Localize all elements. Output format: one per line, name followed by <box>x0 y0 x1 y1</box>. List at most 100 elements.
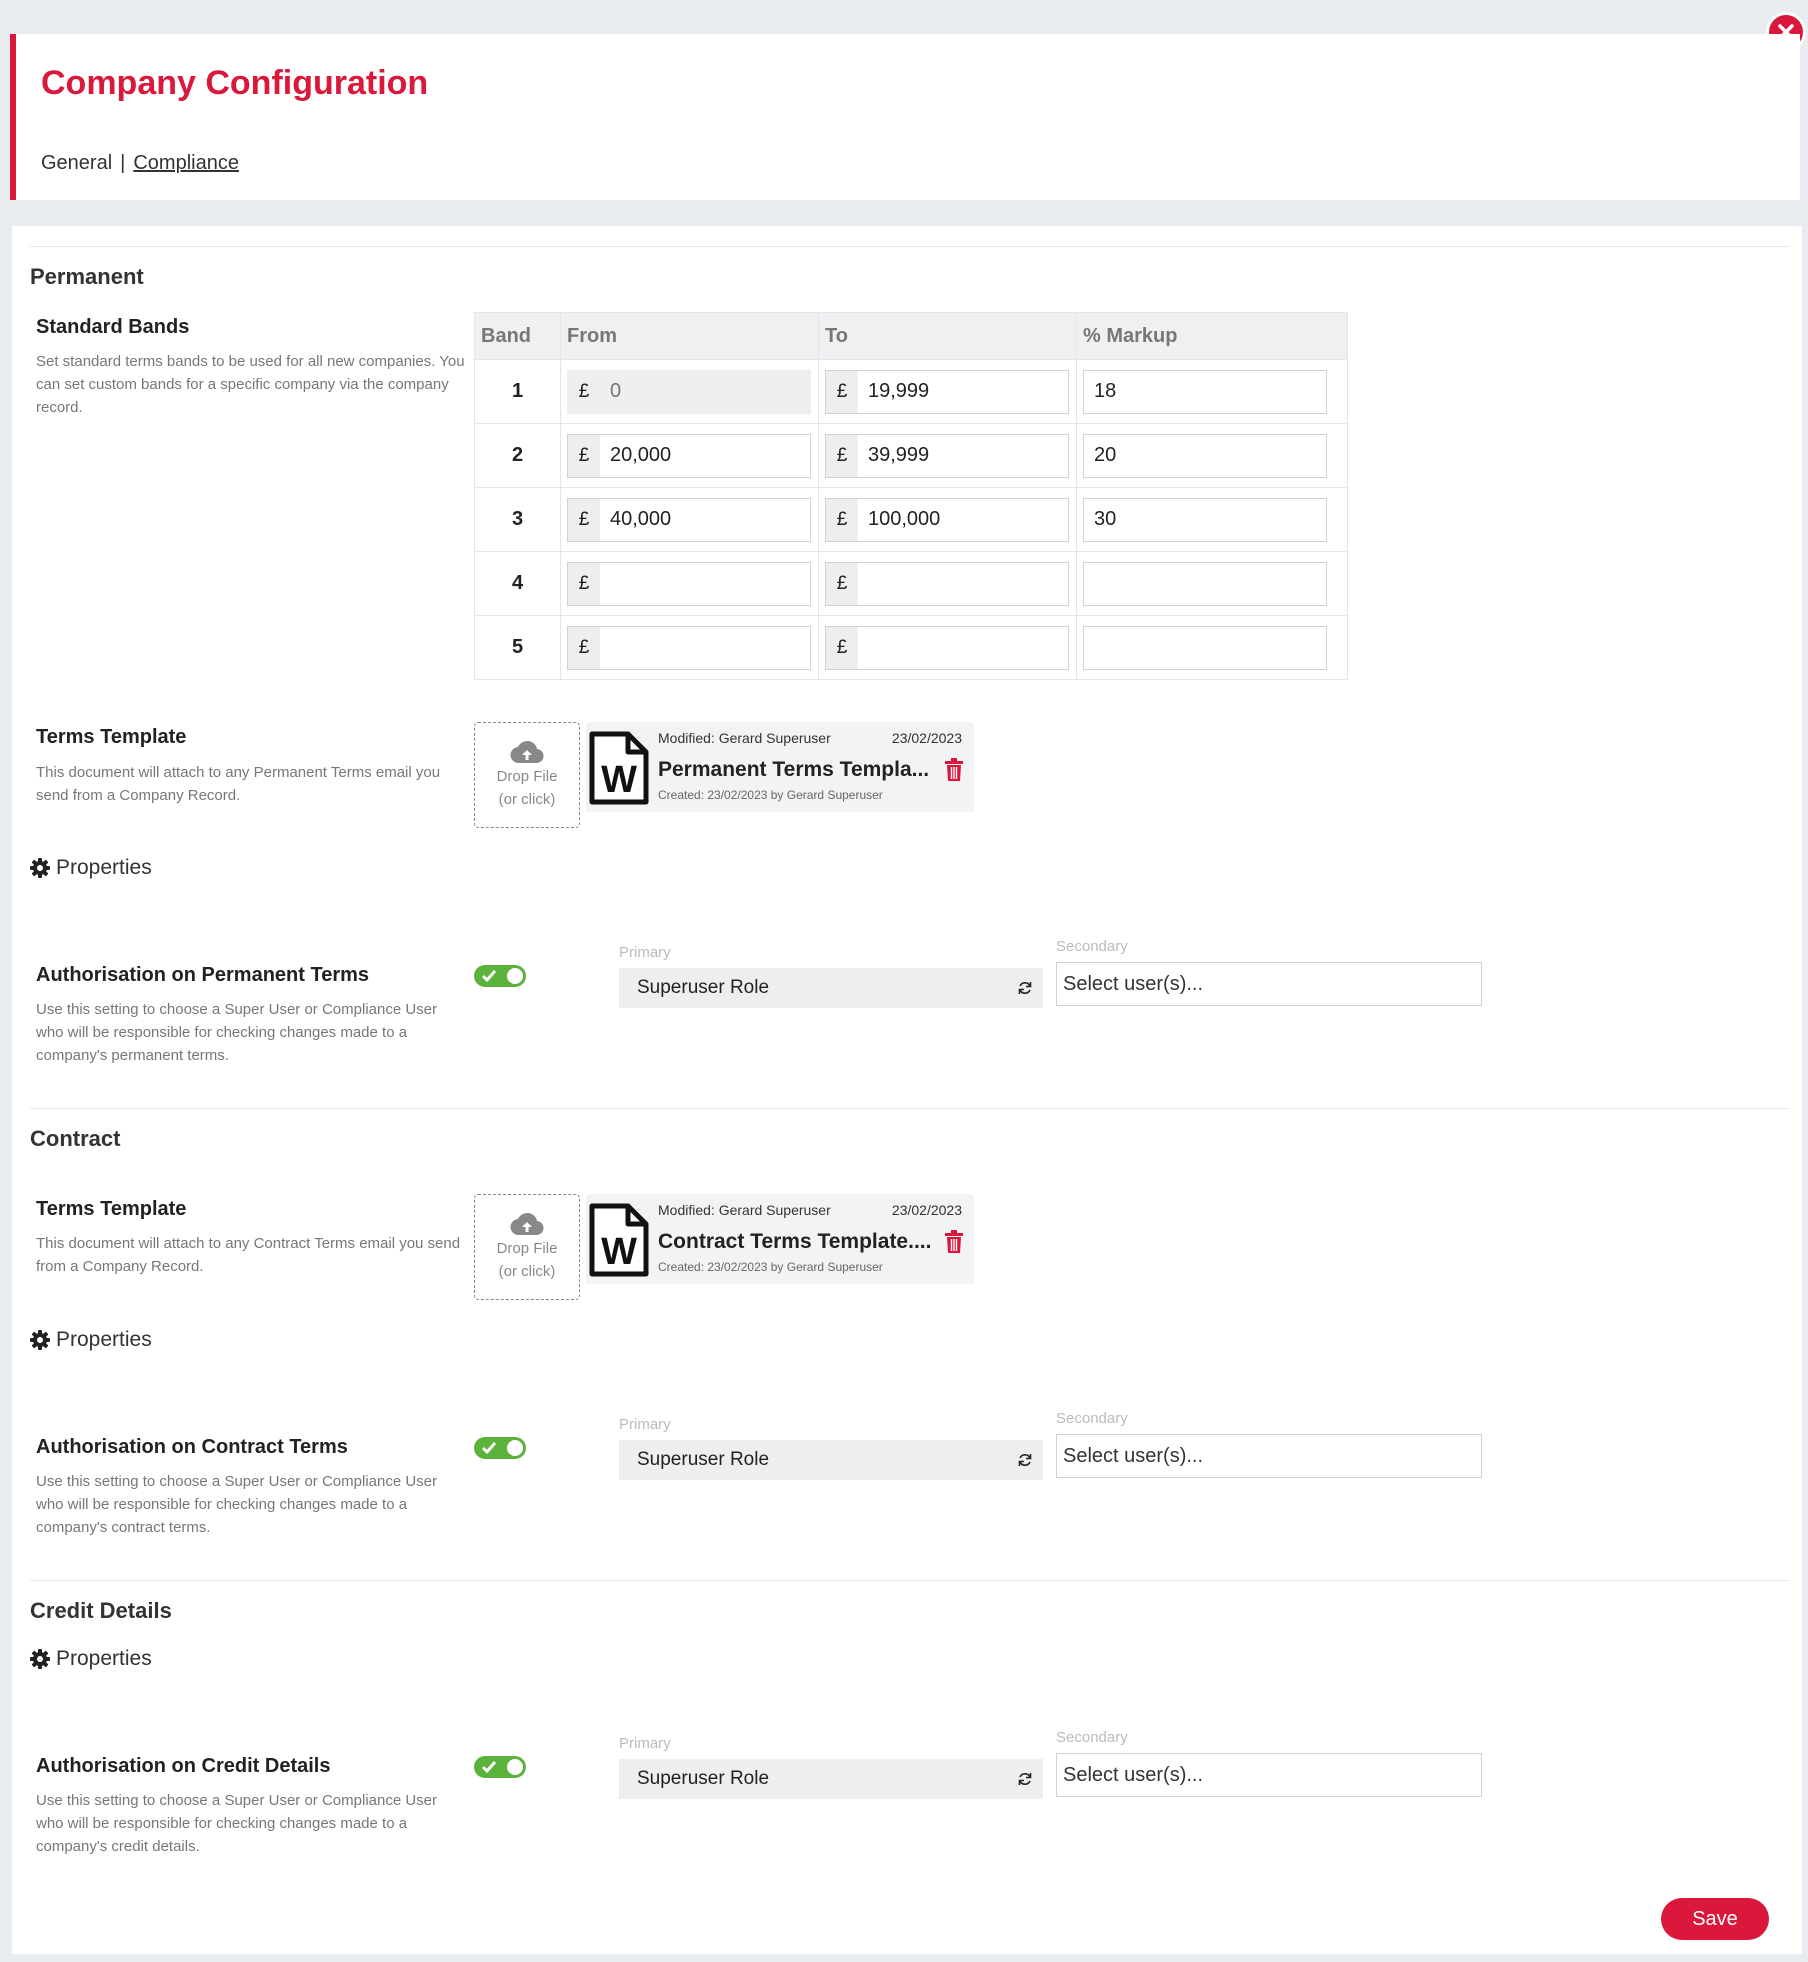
file-date: 23/02/2023 <box>891 730 962 746</box>
currency-symbol: £ <box>826 434 858 477</box>
credit-authorisation-toggle[interactable] <box>474 1756 526 1778</box>
svg-text:W: W <box>601 1231 637 1273</box>
refresh-icon[interactable] <box>1017 1452 1033 1468</box>
check-icon <box>481 1761 497 1774</box>
secondary-select-placeholder: Select user(s)... <box>1063 1763 1204 1786</box>
band-number: 3 <box>475 488 561 551</box>
band-markup-input[interactable] <box>1083 497 1327 542</box>
refresh-icon[interactable] <box>1017 1771 1033 1787</box>
currency-symbol: £ <box>568 562 600 605</box>
band-markup-input[interactable] <box>1083 625 1327 670</box>
file-name[interactable]: Contract Terms Template.... <box>658 1230 931 1254</box>
contract-authorisation-title: Authorisation on Contract Terms <box>36 1436 348 1458</box>
save-button[interactable]: Save <box>1661 1898 1769 1940</box>
credit-secondary-select[interactable]: Select user(s)... <box>1056 1753 1482 1797</box>
standard-bands-title: Standard Bands <box>36 316 190 338</box>
toggle-knob <box>507 968 523 984</box>
band-from-field: £ <box>567 433 811 478</box>
section-title-permanent: Permanent <box>30 264 144 289</box>
properties-label: Properties <box>56 1328 152 1351</box>
currency-symbol: £ <box>826 370 858 413</box>
contract-template-file-card[interactable]: W Modified: Gerard Superuser 23/02/2023 … <box>586 1194 974 1284</box>
file-created: Created: 23/02/2023 by Gerard Superuser <box>658 1260 883 1274</box>
gear-icon <box>30 1330 50 1350</box>
word-document-icon: W <box>589 731 649 805</box>
refresh-icon[interactable] <box>1017 980 1033 996</box>
currency-symbol: £ <box>568 370 600 413</box>
credit-properties-toggle[interactable]: Properties <box>30 1647 152 1671</box>
credit-primary-select[interactable]: Superuser Role <box>619 1759 1043 1799</box>
band-markup-input[interactable] <box>1083 561 1327 606</box>
band-from-input[interactable] <box>600 562 810 605</box>
band-to-input[interactable] <box>858 370 1068 413</box>
band-to-field: £ <box>825 561 1069 606</box>
standard-bands-description: Set standard terms bands to be used for … <box>36 353 465 416</box>
page-title: Company Configuration <box>41 64 429 102</box>
credit-authorisation-title: Authorisation on Credit Details <box>36 1755 331 1777</box>
contract-primary-select[interactable]: Superuser Role <box>619 1440 1043 1480</box>
cloud-upload-icon <box>510 740 544 764</box>
trash-icon[interactable] <box>944 758 964 782</box>
band-to-input[interactable] <box>858 626 1068 669</box>
contract-drop-zone[interactable]: Drop File (or click) <box>474 1194 580 1300</box>
column-header-band: Band <box>475 313 561 359</box>
divider <box>30 1580 1790 1581</box>
check-icon <box>481 970 497 983</box>
band-markup-input[interactable] <box>1083 369 1327 414</box>
primary-caption: Primary <box>619 944 671 961</box>
trash-icon[interactable] <box>944 1230 964 1254</box>
permanent-primary-select[interactable]: Superuser Role <box>619 968 1043 1008</box>
tab-compliance[interactable]: Compliance <box>133 152 239 174</box>
band-markup-input[interactable] <box>1083 433 1327 478</box>
main-card: Permanent Standard Bands Set standard te… <box>12 226 1802 1954</box>
permanent-authorisation-title: Authorisation on Permanent Terms <box>36 964 370 986</box>
secondary-select-placeholder: Select user(s)... <box>1063 1444 1204 1467</box>
contract-terms-template-title: Terms Template <box>36 1198 187 1220</box>
permanent-secondary-select[interactable]: Select user(s)... <box>1056 962 1482 1006</box>
band-number: 5 <box>475 616 561 679</box>
contract-properties-toggle[interactable]: Properties <box>30 1328 152 1352</box>
band-number: 2 <box>475 424 561 487</box>
band-row: 3 £ £ <box>475 487 1347 551</box>
band-to-input[interactable] <box>858 498 1068 541</box>
contract-authorisation-toggle[interactable] <box>474 1437 526 1459</box>
permanent-drop-zone[interactable]: Drop File (or click) <box>474 722 580 828</box>
drop-file-hint: (or click) <box>498 791 556 808</box>
band-row: 1 £ £ <box>475 359 1347 423</box>
permanent-terms-template-title: Terms Template <box>36 726 187 748</box>
secondary-select-placeholder: Select user(s)... <box>1063 972 1204 995</box>
file-date: 23/02/2023 <box>891 1202 962 1218</box>
cloud-upload-icon <box>510 1212 544 1236</box>
credit-authorisation-description: Use this setting to choose a Super User … <box>36 1792 438 1855</box>
band-from-input[interactable] <box>600 626 810 669</box>
tab-general[interactable]: General <box>41 152 112 174</box>
permanent-properties-toggle[interactable]: Properties <box>30 856 152 880</box>
contract-secondary-select[interactable]: Select user(s)... <box>1056 1434 1482 1478</box>
file-name[interactable]: Permanent Terms Templa... <box>658 758 929 782</box>
toggle-knob <box>507 1440 523 1456</box>
drop-file-label: Drop File <box>496 768 558 785</box>
band-from-input[interactable] <box>600 498 810 541</box>
toggle-knob <box>507 1759 523 1775</box>
permanent-authorisation-toggle[interactable] <box>474 965 526 987</box>
band-to-input[interactable] <box>858 434 1068 477</box>
band-from-input[interactable] <box>600 370 810 413</box>
band-from-field: £ <box>567 561 811 606</box>
properties-label: Properties <box>56 856 152 879</box>
permanent-template-file-card[interactable]: W Modified: Gerard Superuser 23/02/2023 … <box>586 722 974 812</box>
secondary-caption: Secondary <box>1056 1729 1128 1746</box>
band-to-field: £ <box>825 497 1069 542</box>
band-from-field: £ <box>567 369 811 414</box>
band-row: 5 £ £ <box>475 615 1347 679</box>
tab-separator: | <box>120 152 126 174</box>
currency-symbol: £ <box>826 626 858 669</box>
band-row: 4 £ £ <box>475 551 1347 615</box>
drop-file-hint: (or click) <box>498 1263 556 1280</box>
bands-table-header: Band From To % Markup <box>475 313 1347 359</box>
band-row: 2 £ £ <box>475 423 1347 487</box>
band-to-input[interactable] <box>858 562 1068 605</box>
currency-symbol: £ <box>826 498 858 541</box>
band-from-input[interactable] <box>600 434 810 477</box>
contract-authorisation-description: Use this setting to choose a Super User … <box>36 1473 438 1536</box>
file-modified: Modified: Gerard Superuser <box>658 730 831 746</box>
